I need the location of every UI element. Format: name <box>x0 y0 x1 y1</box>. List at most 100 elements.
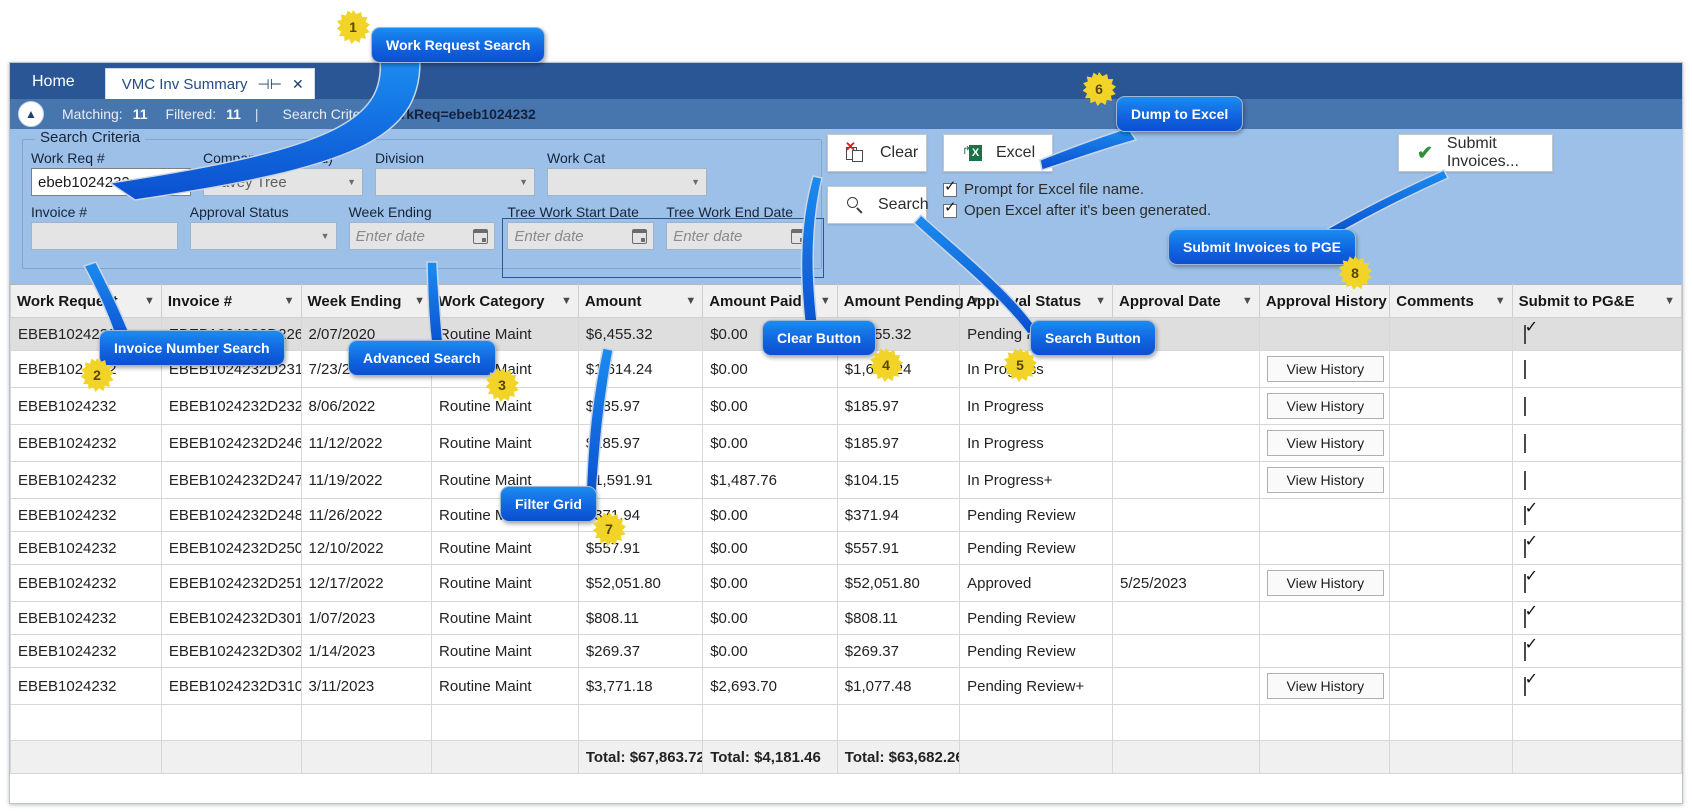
total-blank-4 <box>432 741 579 774</box>
pin-icon[interactable]: ⊣⊢ <box>258 76 282 93</box>
checkbox-icon[interactable] <box>943 204 957 218</box>
view-history-button[interactable]: View History <box>1267 673 1384 699</box>
callout-label: Clear Button <box>777 330 861 346</box>
submit-checkbox[interactable] <box>1524 471 1526 490</box>
cell-approval-status: Pending Review <box>960 602 1113 635</box>
cell-amount-pending: $52,051.80 <box>837 565 959 602</box>
cell-approval-date <box>1113 532 1260 565</box>
empty-cell <box>578 705 702 741</box>
view-history-button[interactable]: View History <box>1267 430 1384 456</box>
cell-work-category: Routine Maint <box>432 565 579 602</box>
division-dropdown[interactable]: ▼ <box>375 168 535 196</box>
table-row[interactable]: EBEB1024232EBEB1024232D25012/10/2022Rout… <box>11 532 1682 565</box>
table-row[interactable]: EBEB1024232EBEB1024232D24711/19/2022Rout… <box>11 462 1682 499</box>
label-company: Company (Required) <box>203 150 363 166</box>
filter-icon[interactable]: ▼ <box>1658 295 1675 307</box>
col-invoice[interactable]: Invoice #▼ <box>161 285 301 318</box>
week-ending-date-input[interactable]: Enter date <box>349 222 496 250</box>
checkbox-icon[interactable] <box>943 183 957 197</box>
cell-comments <box>1390 668 1512 705</box>
submit-checkbox[interactable] <box>1524 609 1526 628</box>
excel-button[interactable]: ↱X Excel <box>943 134 1053 172</box>
calendar-icon[interactable] <box>473 229 488 244</box>
filter-icon[interactable]: ▼ <box>1236 295 1253 307</box>
submit-checkbox[interactable] <box>1524 642 1526 661</box>
cell-approval-history: View History <box>1259 388 1389 425</box>
col-week-ending[interactable]: Week Ending ▼ <box>301 285 431 318</box>
total-blank-6 <box>1113 741 1260 774</box>
chevron-up-icon[interactable]: ▲ <box>18 101 44 127</box>
col-approval-history[interactable]: Approval History <box>1259 285 1389 318</box>
table-row[interactable]: EBEB1024232EBEB1024232D24811/26/2022Rout… <box>11 499 1682 532</box>
total-blank-8 <box>1390 741 1512 774</box>
submit-checkbox[interactable] <box>1524 677 1526 696</box>
table-row[interactable]: EBEB1024232EBEB1024232D2328/06/2022Routi… <box>11 388 1682 425</box>
callout-filter-grid: Filter Grid <box>500 486 597 522</box>
filter-icon[interactable]: ▼ <box>1089 295 1106 307</box>
table-row[interactable]: EBEB1024232EBEB1024232D25112/17/2022Rout… <box>11 565 1682 602</box>
clear-button[interactable]: ✕ Clear <box>827 134 927 172</box>
col-work-category[interactable]: Work Category▼ <box>432 285 579 318</box>
filter-icon[interactable]: ▼ <box>408 295 425 307</box>
table-row[interactable]: EBEB1024232EBEB1024232D24611/12/2022Rout… <box>11 425 1682 462</box>
empty-cell <box>432 705 579 741</box>
filter-icon[interactable]: ▼ <box>278 295 295 307</box>
submit-invoices-button[interactable]: ✔ Submit Invoices... <box>1398 134 1553 172</box>
empty-cell <box>1512 705 1681 741</box>
callout-advanced-search: Advanced Search <box>348 340 496 376</box>
col-amount[interactable]: Amount▼ <box>578 285 702 318</box>
search-button[interactable]: Search <box>827 186 927 224</box>
tab-home[interactable]: Home <box>10 73 97 99</box>
col-label: Week Ending <box>308 293 402 310</box>
open-excel-after-option[interactable]: Open Excel after it's been generated. <box>943 202 1211 219</box>
col-approval-status[interactable]: Approval Status▼ <box>960 285 1113 318</box>
submit-checkbox[interactable] <box>1524 434 1526 453</box>
submit-checkbox[interactable] <box>1524 574 1526 593</box>
submit-checkbox[interactable] <box>1524 539 1526 558</box>
label-invoice-num: Invoice # <box>31 204 178 220</box>
filter-icon[interactable]: ▼ <box>555 295 572 307</box>
submit-checkbox[interactable] <box>1524 397 1526 416</box>
view-history-button[interactable]: View History <box>1267 356 1384 382</box>
view-history-button[interactable]: View History <box>1267 393 1384 419</box>
close-icon[interactable]: ✕ <box>292 76 304 93</box>
submit-checkbox[interactable] <box>1524 325 1526 344</box>
approval-status-dropdown[interactable]: ▼ <box>190 222 337 250</box>
cell-amount: $269.37 <box>578 635 702 668</box>
table-row[interactable]: EBEB1024232EBEB1024232D3103/11/2023Routi… <box>11 668 1682 705</box>
grid-footer: Total: $67,863.72 Total: $4,181.46 Total… <box>11 741 1682 774</box>
filter-icon[interactable]: ▼ <box>138 295 155 307</box>
cell-approval-date <box>1113 351 1260 388</box>
filter-icon[interactable]: ▼ <box>679 295 696 307</box>
view-history-button[interactable]: View History <box>1267 570 1384 596</box>
label-division: Division <box>375 150 535 166</box>
prompt-excel-filename-option[interactable]: Prompt for Excel file name. <box>943 181 1211 198</box>
work-req-input[interactable]: ebeb1024232 <box>31 168 191 196</box>
table-row[interactable]: EBEB1024232EBEB1024232D3021/14/2023Routi… <box>11 635 1682 668</box>
clear-button-label: Clear <box>880 144 918 162</box>
view-history-button[interactable]: View History <box>1267 467 1384 493</box>
invoice-num-input[interactable] <box>31 222 178 250</box>
status-info-bar: ▲ Matching: 11 Filtered: 11 | Search Cri… <box>10 99 1682 129</box>
col-approval-date[interactable]: Approval Date▼ <box>1113 285 1260 318</box>
col-amount-paid[interactable]: Amount Paid▼ <box>703 285 838 318</box>
cell-amount-paid: $0.00 <box>703 351 838 388</box>
filter-icon[interactable]: ▼ <box>1489 295 1506 307</box>
callout-label: Invoice Number Search <box>114 340 270 356</box>
col-submit-to-pge[interactable]: Submit to PG&E▼ <box>1512 285 1681 318</box>
col-label: Amount Pending <box>844 293 964 310</box>
submit-checkbox[interactable] <box>1524 506 1526 525</box>
cell-comments <box>1390 635 1512 668</box>
filter-icon[interactable]: ▼ <box>814 295 831 307</box>
col-amount-pending[interactable]: Amount Pending▼ <box>837 285 959 318</box>
cell-amount-pending: $185.97 <box>837 425 959 462</box>
work-cat-dropdown[interactable]: ▼ <box>547 168 707 196</box>
company-dropdown[interactable]: Davey Tree ▼ <box>203 168 363 196</box>
col-comments[interactable]: Comments▼ <box>1390 285 1512 318</box>
tab-vmc-inv-summary[interactable]: VMC Inv Summary ⊣⊢ ✕ <box>105 68 315 99</box>
cell-approval-date: 5/25/2023 <box>1113 565 1260 602</box>
col-work-request[interactable]: Work Request▼ <box>11 285 162 318</box>
submit-checkbox[interactable] <box>1524 360 1526 379</box>
table-row[interactable]: EBEB1024232EBEB1024232D3011/07/2023Routi… <box>11 602 1682 635</box>
cell-submit-to-pge <box>1512 602 1681 635</box>
